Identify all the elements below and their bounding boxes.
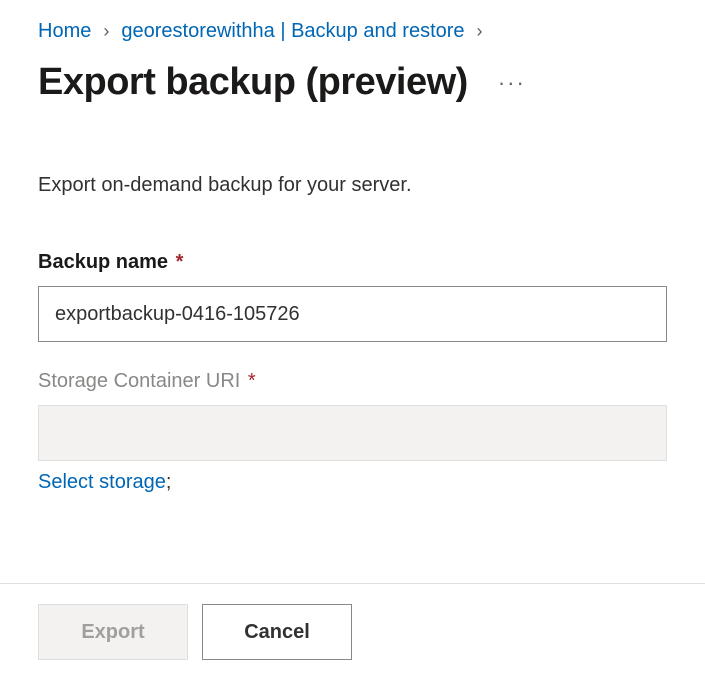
backup-name-field: Backup name * <box>38 251 667 342</box>
page-description: Export on-demand backup for your server. <box>38 174 667 197</box>
select-storage-row: Select storage; <box>38 471 667 494</box>
storage-uri-input <box>38 405 667 461</box>
backup-name-input[interactable] <box>38 286 667 342</box>
chevron-right-icon: › <box>477 21 483 42</box>
required-indicator: * <box>176 251 184 273</box>
storage-uri-label: Storage Container URI * <box>38 370 667 393</box>
backup-name-label: Backup name * <box>38 251 667 274</box>
more-actions-icon[interactable]: ··· <box>492 70 532 96</box>
storage-uri-field: Storage Container URI * Select storage; <box>38 370 667 494</box>
export-button[interactable]: Export <box>38 604 188 660</box>
storage-uri-label-text: Storage Container URI <box>38 370 240 392</box>
breadcrumb-resource[interactable]: georestorewithha | Backup and restore <box>121 20 464 43</box>
breadcrumb-home[interactable]: Home <box>38 20 91 43</box>
semicolon: ; <box>166 471 172 493</box>
backup-name-label-text: Backup name <box>38 251 168 273</box>
cancel-button[interactable]: Cancel <box>202 604 352 660</box>
breadcrumb: Home › georestorewithha | Backup and res… <box>38 20 667 43</box>
chevron-right-icon: › <box>103 21 109 42</box>
title-row: Export backup (preview) ··· <box>38 61 667 104</box>
page-title: Export backup (preview) <box>38 61 468 104</box>
select-storage-link[interactable]: Select storage <box>38 471 166 493</box>
required-indicator: * <box>248 370 256 392</box>
footer-actions: Export Cancel <box>0 583 705 688</box>
